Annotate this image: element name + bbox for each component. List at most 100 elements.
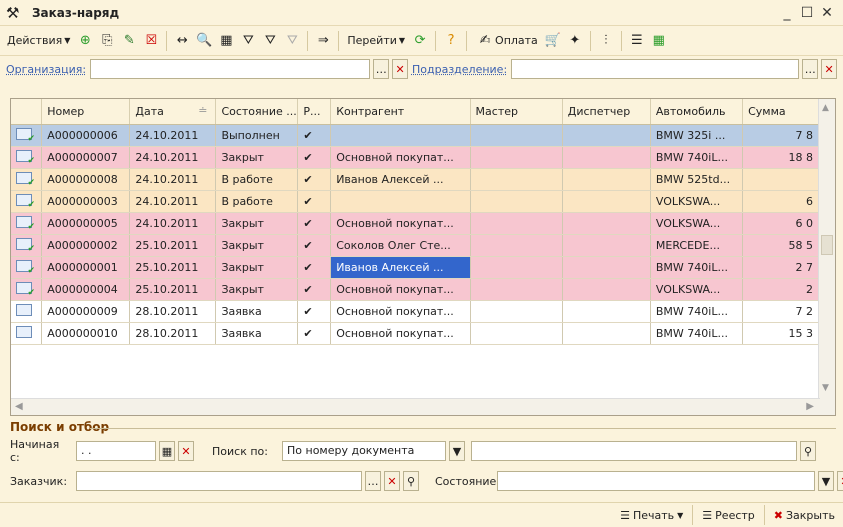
cell-kontr[interactable]: [330, 124, 471, 147]
row-icon-cell[interactable]: [11, 322, 43, 345]
cell-r[interactable]: ✔: [297, 256, 332, 279]
cell-r[interactable]: ✔: [297, 322, 332, 345]
cell-disp[interactable]: [562, 124, 651, 147]
help-icon[interactable]: ?: [441, 31, 461, 51]
cell-num[interactable]: А000000002: [41, 234, 131, 257]
cell-date[interactable]: 24.10.2011: [129, 212, 217, 235]
cell-r[interactable]: ✔: [297, 300, 332, 323]
cell-kontr[interactable]: Иванов Алексей ...: [330, 168, 471, 191]
table-row[interactable]: А000000009 28.10.2011 Заявка ✔ Основной поку…: [11, 300, 819, 323]
table-row[interactable]: А00000000225.10.2011Закрыт✔Соколов Олег …: [11, 234, 819, 257]
row-icon-cell[interactable]: [11, 256, 43, 279]
cell-disp[interactable]: [562, 278, 651, 301]
cell-master[interactable]: [470, 234, 563, 257]
dept-field[interactable]: [511, 59, 800, 79]
cell-num[interactable]: А000000006: [41, 124, 131, 147]
copy-icon[interactable]: ⎘: [97, 31, 117, 51]
cell-date[interactable]: 24.10.2011: [129, 190, 217, 213]
close-button[interactable]: ✖ Закрыть: [774, 509, 835, 522]
table-row[interactable]: А00000000724.10.2011Закрыт✔Основной поку…: [11, 146, 819, 169]
cell-auto[interactable]: BMW 740iL...: [650, 300, 744, 323]
scroll-down-icon[interactable]: ▼: [822, 383, 829, 393]
table-row[interactable]: А00000000524.10.2011Закрыт✔Основной поку…: [11, 212, 819, 235]
create-based-icon[interactable]: ⇒: [313, 31, 333, 51]
column-header[interactable]: Состояние ...: [215, 99, 299, 125]
cell-master[interactable]: [470, 322, 563, 345]
scroll-up-icon[interactable]: ▲: [822, 103, 829, 113]
delete-icon[interactable]: ☒: [141, 31, 161, 51]
cell-sum[interactable]: 18 8: [742, 146, 819, 169]
edit-icon[interactable]: ✎: [119, 31, 139, 51]
filter-settings-icon[interactable]: ▦: [216, 31, 236, 51]
cell-r[interactable]: ✔: [297, 190, 332, 213]
cell-num[interactable]: А000000001: [41, 256, 131, 279]
row-icon-cell[interactable]: [11, 212, 43, 235]
cell-num[interactable]: А000000009: [41, 300, 131, 323]
column-header[interactable]: Контрагент: [330, 99, 471, 125]
calendar-icon[interactable]: ▦: [159, 441, 175, 461]
cell-r[interactable]: ✔: [297, 212, 332, 235]
column-header[interactable]: Автомобиль: [650, 99, 744, 125]
cell-master[interactable]: [470, 212, 563, 235]
customer-clear-button[interactable]: ✕: [384, 471, 400, 491]
table-row[interactable]: А000000010 28.10.2011 Заявка ✔ Основной поку…: [11, 322, 819, 345]
cell-num[interactable]: А000000007: [41, 146, 131, 169]
list-icon[interactable]: ☰: [627, 31, 647, 51]
row-icon-cell[interactable]: [11, 146, 43, 169]
cell-state[interactable]: Заявка: [215, 322, 299, 345]
row-icon-cell[interactable]: [11, 168, 43, 191]
maximize-button[interactable]: ☐: [797, 5, 817, 21]
cell-disp[interactable]: [562, 234, 651, 257]
from-clear-button[interactable]: ✕: [178, 441, 194, 461]
row-icon-cell[interactable]: [11, 190, 43, 213]
column-header[interactable]: Сумма: [742, 99, 819, 125]
registry-button[interactable]: ☰ Реестр: [702, 509, 754, 522]
cell-auto[interactable]: VOLKSWA...: [650, 212, 744, 235]
cell-state[interactable]: Заявка: [215, 300, 299, 323]
structure-icon[interactable]: ⫶: [596, 31, 616, 51]
cell-sum[interactable]: [742, 168, 819, 191]
cell-num[interactable]: А000000004: [41, 278, 131, 301]
cell-sum[interactable]: 7 8: [742, 124, 819, 147]
scroll-left-icon[interactable]: ◀: [15, 401, 23, 412]
cell-date[interactable]: 24.10.2011: [129, 146, 217, 169]
cell-sum[interactable]: 2 7: [742, 256, 819, 279]
cell-state[interactable]: Выполнен: [215, 124, 299, 147]
cell-auto[interactable]: BMW 740iL...: [650, 256, 744, 279]
cell-sum[interactable]: 6 0: [742, 212, 819, 235]
refresh-icon[interactable]: ⟳: [410, 31, 430, 51]
from-date-field[interactable]: . .: [76, 441, 156, 461]
cell-sum[interactable]: 6: [742, 190, 819, 213]
column-header[interactable]: Р...: [297, 99, 332, 125]
column-header[interactable]: Дата ≐: [129, 99, 217, 125]
org-field[interactable]: [90, 59, 371, 79]
org-label[interactable]: Организация:: [6, 63, 86, 76]
cell-sum[interactable]: 2: [742, 278, 819, 301]
org-select-button[interactable]: …: [373, 59, 390, 79]
close-window-button[interactable]: ✕: [817, 5, 837, 21]
cell-disp[interactable]: [562, 146, 651, 169]
cell-state[interactable]: В работе: [215, 168, 299, 191]
cell-state[interactable]: В работе: [215, 190, 299, 213]
find-icon[interactable]: 🔍: [194, 31, 214, 51]
cell-state[interactable]: Закрыт: [215, 212, 299, 235]
cell-kontr[interactable]: Основной покупат...: [330, 300, 471, 323]
customer-search-icon[interactable]: ⚲: [403, 471, 419, 491]
cell-date[interactable]: 28.10.2011: [129, 300, 217, 323]
cell-date[interactable]: 24.10.2011: [129, 168, 217, 191]
row-icon-cell[interactable]: [11, 300, 43, 323]
cell-date[interactable]: 28.10.2011: [129, 322, 217, 345]
column-header[interactable]: Номер: [41, 99, 131, 125]
vertical-scrollbar[interactable]: ▲ ▼: [818, 99, 835, 415]
cell-state[interactable]: Закрыт: [215, 234, 299, 257]
cell-date[interactable]: 24.10.2011: [129, 124, 217, 147]
cell-disp[interactable]: [562, 322, 651, 345]
cell-r[interactable]: ✔: [297, 278, 332, 301]
scroll-right-icon[interactable]: ▶: [806, 401, 814, 412]
cell-sum[interactable]: 15 3: [742, 322, 819, 345]
binoculars-icon[interactable]: ⚲: [800, 441, 816, 461]
cell-kontr[interactable]: [330, 190, 471, 213]
cell-auto[interactable]: BMW 740iL...: [650, 146, 744, 169]
cell-disp[interactable]: [562, 168, 651, 191]
cell-master[interactable]: [470, 124, 563, 147]
